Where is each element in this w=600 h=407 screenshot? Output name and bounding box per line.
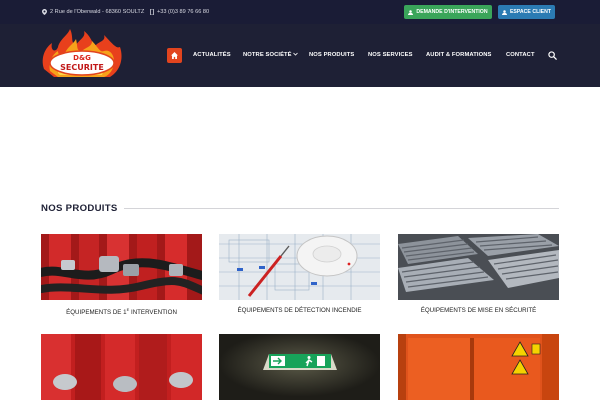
product-image-hoses <box>41 334 202 400</box>
espace-client-label: ESPACE CLIENT <box>509 9 552 15</box>
nav-item-nos-produits[interactable]: NOS PRODUITS <box>309 52 354 58</box>
user-icon <box>408 9 414 15</box>
product-image-vents <box>398 234 559 300</box>
espace-client-button[interactable]: ESPACE CLIENT <box>498 5 555 19</box>
nav-item-actualites[interactable]: ACTUALITÉS <box>193 52 231 58</box>
product-label: ÉQUIPEMENTS DE DÉTECTION INCENDIE <box>237 307 362 314</box>
product-label: ÉQUIPEMENTS DE MISE EN SÉCURITÉ <box>420 307 537 314</box>
address-text: 2 Rue de l'Oberwald - 68360 SOULTZ <box>50 9 145 15</box>
nav-item-notre-societe[interactable]: NOTRE SOCIÉTÉ <box>243 52 298 58</box>
product-card-detection-incendie[interactable]: ÉQUIPEMENTS DE DÉTECTION INCENDIE <box>219 234 380 314</box>
address-info: 2 Rue de l'Oberwald - 68360 SOULTZ <box>42 9 144 15</box>
user-icon <box>501 9 507 15</box>
logo-text-main: SECURITE <box>60 63 104 72</box>
main-header: D&G SECURITE ACTUALITÉS NOTRE SOCIÉTÉ NO… <box>0 24 600 87</box>
nav-item-notre-societe-label: NOTRE SOCIÉTÉ <box>243 52 292 58</box>
map-pin-icon <box>42 9 47 15</box>
product-card-premiere-intervention[interactable]: ÉQUIPEMENTS DE 1E INTERVENTION <box>41 234 202 316</box>
phone-text[interactable]: +33 (0)3 89 76 66 80 <box>157 9 209 15</box>
section-title: NOS PRODUITS <box>41 203 118 214</box>
product-image-cabinet <box>398 334 559 400</box>
demande-intervention-button[interactable]: DEMANDE D'INTERVENTION <box>404 5 492 19</box>
phone-info: +33 (0)3 89 76 66 80 <box>150 9 209 15</box>
main-navigation: ACTUALITÉS NOTRE SOCIÉTÉ NOS PRODUITS NO… <box>0 48 600 64</box>
nav-home-button[interactable] <box>167 48 182 63</box>
section-divider <box>124 208 559 209</box>
product-card-cabinet[interactable] <box>398 334 559 407</box>
product-label-part: INTERVENTION <box>129 309 177 317</box>
product-card-hoses[interactable] <box>41 334 202 407</box>
home-icon <box>171 52 178 59</box>
nav-item-audit-formations[interactable]: AUDIT & FORMATIONS <box>426 52 491 58</box>
product-image-smoke-detector <box>219 234 380 300</box>
chevron-down-icon <box>292 52 298 56</box>
nav-item-contact[interactable]: CONTACT <box>506 52 535 58</box>
product-image-exit-sign <box>219 334 380 400</box>
search-icon[interactable] <box>548 51 557 60</box>
product-label-part: ÉQUIPEMENTS DE 1 <box>66 309 127 317</box>
product-label: ÉQUIPEMENTS DE 1E INTERVENTION <box>41 307 202 316</box>
product-image-extinguishers <box>41 234 202 300</box>
phone-icon <box>150 9 154 15</box>
top-bar: 2 Rue de l'Oberwald - 68360 SOULTZ +33 (… <box>0 0 600 24</box>
nav-item-nos-services[interactable]: NOS SERVICES <box>368 52 413 58</box>
product-card-exit-sign[interactable] <box>219 334 380 407</box>
demande-intervention-label: DEMANDE D'INTERVENTION <box>416 9 488 15</box>
product-card-mise-en-securite[interactable]: ÉQUIPEMENTS DE MISE EN SÉCURITÉ <box>398 234 559 314</box>
